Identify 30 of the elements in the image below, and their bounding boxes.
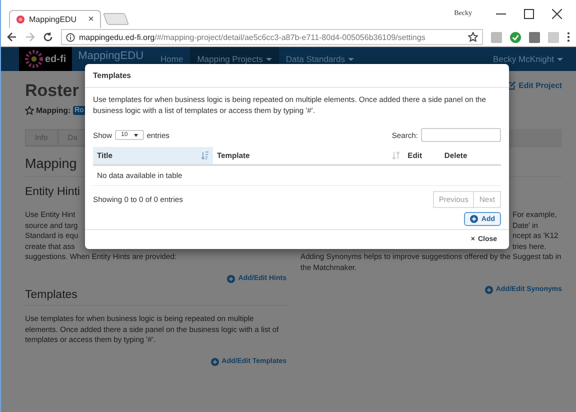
star-icon[interactable] (468, 32, 478, 42)
section-heading: Templates (25, 288, 286, 306)
reload-icon[interactable] (43, 32, 53, 42)
plus-circle-icon (227, 274, 236, 283)
brand-link[interactable]: MappingEDU (78, 50, 144, 62)
address-field[interactable]: mappingedu.ed-fi.org/#/mapping-project/detail/ae5c6cc3-a87b-e711-80d4-005056b36109/settings (61, 29, 483, 45)
plus-circle-icon (210, 358, 219, 366)
browser-tab[interactable]: MappingEDU × (9, 10, 101, 28)
close-tab-button[interactable]: × (88, 14, 94, 25)
back-icon[interactable] (7, 32, 17, 42)
nav-item[interactable]: Data Standards (278, 47, 361, 71)
extension-icon[interactable] (529, 32, 540, 42)
plus-circle-icon (484, 286, 493, 294)
check-icon[interactable] (510, 32, 521, 42)
user-menu[interactable]: Becky McKnight (486, 47, 570, 71)
search-field[interactable] (421, 128, 501, 142)
menu-icon[interactable] (567, 32, 570, 42)
flower-icon (16, 15, 25, 24)
caret-icon (557, 58, 563, 60)
page-title: Roster (25, 81, 79, 101)
flower-icon (25, 50, 43, 68)
edit-icon (506, 81, 516, 90)
plus-circle-icon (470, 215, 478, 224)
close-icon[interactable] (552, 9, 562, 19)
tab-title: MappingEDU (29, 15, 78, 24)
info-icon (66, 32, 75, 42)
section-heading: Entity Hinti (25, 186, 81, 198)
maximize-icon[interactable] (524, 9, 534, 19)
logo[interactable]: ed-fi (19, 47, 72, 71)
star-icon (25, 106, 34, 115)
